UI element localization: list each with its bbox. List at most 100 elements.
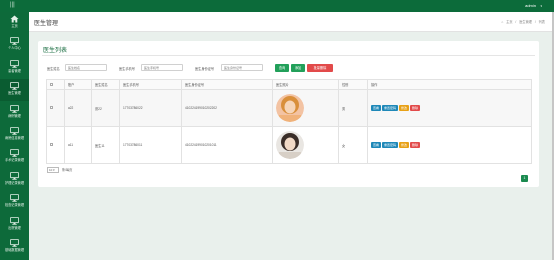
photo-cell: [272, 126, 339, 164]
monitor-icon: [10, 127, 19, 135]
monitor-icon: [10, 171, 19, 180]
doctor-table: 账户 医生姓名 医生手机号 医生身份证号 医生照片 性别 操作 a22 张22 …: [46, 79, 532, 164]
monitor-icon: [10, 239, 19, 247]
monitor-icon: [10, 59, 19, 68]
search-button[interactable]: 查询: [275, 64, 289, 72]
sidebar-item-label: 病例管理: [8, 113, 21, 118]
phone-cell: 17703786022: [119, 89, 182, 127]
sidebar-item-label: 主页: [11, 24, 18, 28]
select-all-cell: [46, 79, 65, 90]
sidebar-item[interactable]: 个人中心: [0, 34, 29, 56]
doctor-list-card: 医生列表 医生姓名 医生手机号 医生身份证号 查询 添加 批量删除 账户 医生姓…: [38, 41, 539, 187]
sidebar-item[interactable]: 检查记录管理: [0, 191, 29, 213]
sidebar-item-label: 检查记录管理: [4, 203, 25, 208]
sidebar-item[interactable]: 出院管理: [0, 214, 29, 236]
phone-input[interactable]: [141, 64, 183, 71]
photo-cell: [272, 89, 339, 127]
col-header: 医生照片: [272, 79, 339, 90]
sidebar-item[interactable]: 主页: [0, 12, 29, 34]
idcard-cell: 410224199010201011: [181, 126, 273, 164]
breadcrumb-sep: /: [534, 20, 536, 24]
chevron-down-icon[interactable]: ▾: [540, 3, 542, 9]
delete-button[interactable]: 删除: [410, 142, 421, 148]
col-header: 医生手机号: [119, 79, 182, 90]
sidebar-item[interactable]: 基础数据管理: [0, 236, 29, 258]
sidebar-item[interactable]: 手术记录管理: [0, 146, 29, 168]
sidebar-item[interactable]: 病例管理: [0, 102, 29, 124]
name-input[interactable]: [65, 64, 107, 71]
add-button[interactable]: 添加: [291, 64, 305, 72]
sidebar-item[interactable]: 患者管理: [0, 57, 29, 79]
sidebar-item-label: 手术记录管理: [4, 158, 25, 163]
sidebar-item-label: 病房信息管理: [4, 136, 25, 140]
page-title: 医生管理: [34, 21, 59, 27]
divider: [42, 55, 535, 56]
sidebar-item-label: 出院管理: [8, 225, 21, 230]
home-icon: ⌂: [501, 20, 504, 24]
name-label: 医生姓名: [47, 67, 60, 71]
sidebar-item-label: 基础数据管理: [4, 248, 25, 252]
reset-password-button[interactable]: 重置密码: [382, 105, 399, 111]
edit-button[interactable]: 修改: [399, 105, 410, 111]
monitor-icon: [10, 104, 19, 113]
delete-button[interactable]: 删除: [410, 105, 421, 111]
sidebar-item-label: 护理记录管理: [4, 180, 25, 185]
card-title: 医生列表: [43, 48, 68, 54]
gender-cell: 男: [338, 89, 368, 127]
view-button[interactable]: 查看: [371, 105, 382, 111]
menu-icon[interactable]: |||: [10, 2, 16, 9]
name-cell: 张22: [91, 89, 120, 127]
row-checkbox[interactable]: [50, 106, 53, 109]
breadcrumb-home[interactable]: 主页: [506, 20, 512, 24]
breadcrumb: ⌂ 主页 / 医生管理 / 列表: [499, 19, 545, 24]
view-button[interactable]: 查看: [371, 142, 382, 148]
idcard-input[interactable]: [221, 64, 263, 71]
idcard-label: 医生身份证号: [195, 67, 215, 71]
col-header: 性别: [338, 79, 368, 90]
col-header: 医生姓名: [91, 79, 120, 90]
table-row: a11 医生11 17703786011 410224199010201011: [46, 126, 532, 164]
sidebar-item[interactable]: 护理记录管理: [0, 169, 29, 191]
sidebar-item[interactable]: 病房信息管理: [0, 124, 29, 146]
monitor-icon: [10, 194, 19, 202]
page-button-current[interactable]: 1: [521, 175, 528, 182]
page-size-value: 10: [49, 168, 53, 173]
phone-label: 医生手机号: [119, 67, 135, 71]
sidebar-item-label: 医生管理: [8, 91, 21, 96]
actions-cell: 查看 重置密码 修改 删除: [367, 126, 532, 164]
user-menu[interactable]: admin: [525, 3, 536, 9]
sidebar-item-label: 患者管理: [8, 68, 21, 73]
row-checkbox[interactable]: [50, 143, 53, 146]
col-header: 医生身份证号: [181, 79, 273, 90]
idcard-cell: 410224199010202202: [181, 89, 273, 127]
gender-cell: 女: [338, 126, 368, 164]
sidebar: 主页个人中心患者管理医生管理病例管理病房信息管理 手术记录管理 护理记录管理 检查记录…: [0, 12, 29, 260]
monitor-icon: [10, 37, 19, 46]
table-row: a22 张22 17703786022 410224199010202202 男…: [46, 89, 532, 127]
breadcrumb-sep: /: [515, 20, 517, 24]
page-size-suffix: 条/每页: [61, 168, 73, 172]
reset-password-button[interactable]: 重置密码: [382, 142, 399, 148]
sidebar-item-label: 个人中心: [8, 46, 21, 51]
col-header: 操作: [367, 79, 532, 90]
col-header: 账户: [64, 79, 92, 90]
account-cell: a22: [64, 89, 92, 127]
edit-button[interactable]: 修改: [399, 142, 410, 148]
sidebar-item[interactable]: 医生管理: [0, 79, 29, 102]
select-all-checkbox[interactable]: [50, 82, 53, 86]
page-size-control: 10 ▾ 条/每页: [47, 167, 73, 174]
batch-delete-button[interactable]: 批量删除: [307, 64, 333, 72]
home-icon: [10, 15, 19, 23]
doctor-photo: [276, 94, 304, 122]
account-cell: a11: [64, 126, 92, 164]
monitor-icon: [10, 82, 19, 90]
monitor-icon: [10, 149, 19, 158]
name-cell: 医生11: [91, 126, 120, 164]
doctor-photo: [276, 131, 304, 159]
breadcrumb-item[interactable]: 医生管理: [519, 20, 532, 24]
phone-cell: 17703786011: [119, 126, 182, 164]
actions-cell: 查看 重置密码 修改 删除: [367, 89, 532, 127]
page-size-select[interactable]: 10 ▾: [47, 167, 59, 174]
monitor-icon: [10, 216, 19, 225]
top-bar: ||| admin ▾: [0, 0, 554, 12]
